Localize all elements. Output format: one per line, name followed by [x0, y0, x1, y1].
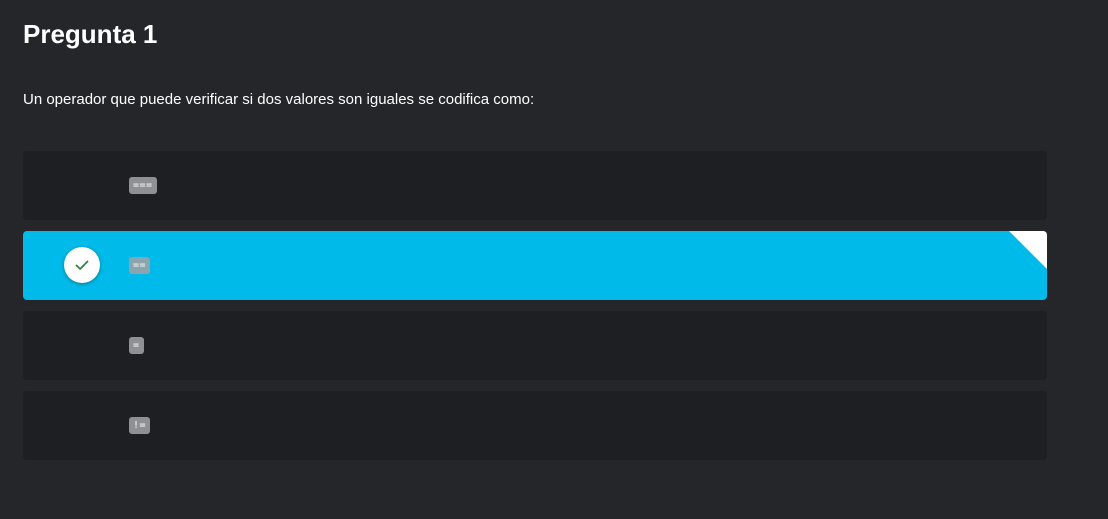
question-text: Un operador que puede verificar si dos v…: [23, 91, 535, 108]
answer-code: !=: [129, 417, 151, 434]
corner-fold-icon: [1009, 231, 1047, 269]
answer-option-1[interactable]: ===: [23, 151, 1047, 220]
answer-option-4[interactable]: !=: [23, 391, 1047, 460]
answer-option-2[interactable]: ==: [23, 231, 1047, 300]
answer-code: ==: [129, 257, 151, 274]
answer-code: ===: [129, 177, 157, 194]
answer-code: =: [129, 337, 144, 354]
answer-options: === == = !=: [23, 151, 1047, 471]
question-title: Pregunta 1: [23, 19, 158, 49]
check-icon: [64, 247, 100, 283]
answer-option-3[interactable]: =: [23, 311, 1047, 380]
